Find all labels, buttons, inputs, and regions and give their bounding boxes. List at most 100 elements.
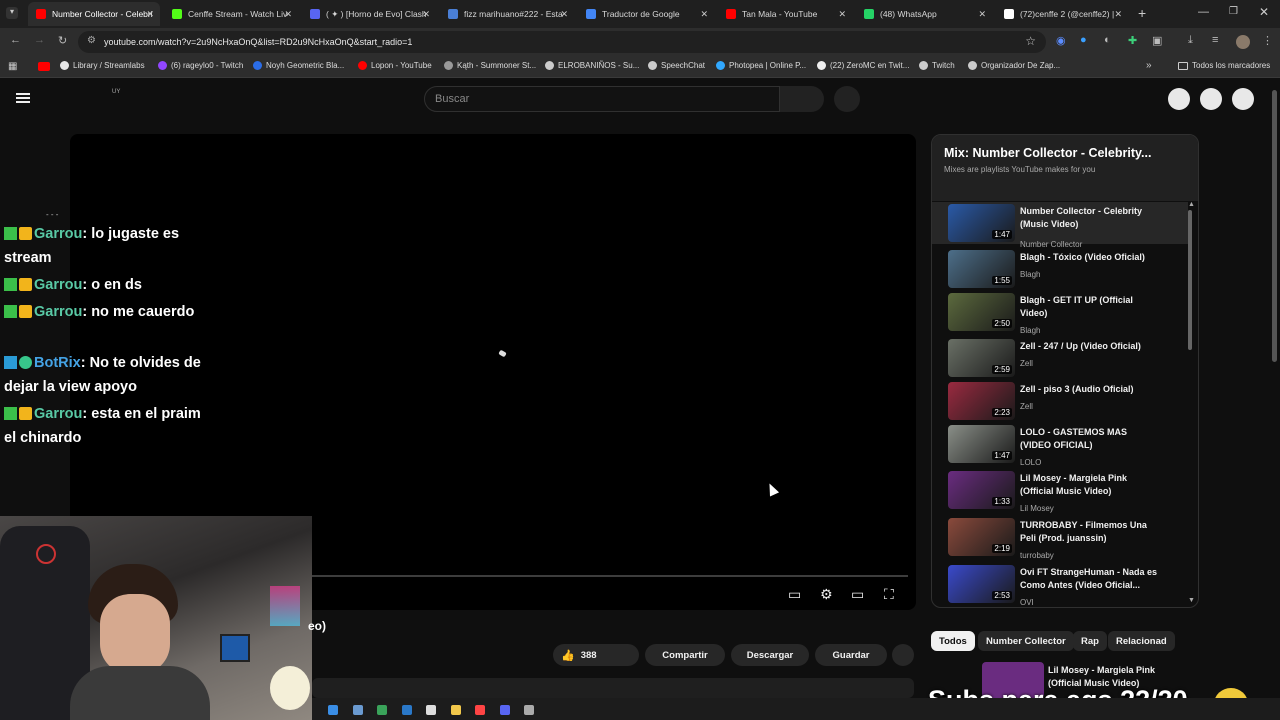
tab-close-icon[interactable]: ✕: [146, 9, 154, 20]
video-thumbnail[interactable]: 2:19: [948, 518, 1015, 556]
youtube-bookmark-icon[interactable]: [38, 62, 50, 71]
all-bookmarks-folder[interactable]: Todos los marcadores: [1178, 61, 1270, 70]
bookmark-item[interactable]: Organizador De Zap...: [968, 61, 1060, 70]
maximize-button[interactable]: ❐: [1229, 6, 1238, 17]
browser-tab[interactable]: Traductor de Google ✕: [578, 2, 714, 26]
playlist-item[interactable]: 2:59 Zell - 247 / Up (Video Oficial) Zell: [932, 337, 1188, 379]
scroll-down-arrow-icon[interactable]: ▼: [1188, 597, 1195, 604]
tab-close-icon[interactable]: ✕: [1114, 9, 1122, 20]
download-icon[interactable]: ⤓: [1188, 34, 1193, 47]
tab-search-icon[interactable]: ▾: [6, 7, 18, 19]
video-thumbnail[interactable]: 1:47: [948, 425, 1015, 463]
video-thumbnail[interactable]: 2:59: [948, 339, 1015, 377]
video-title[interactable]: Blagh - Tóxico (Video Oficial): [1020, 251, 1160, 264]
tab-close-icon[interactable]: ✕: [560, 9, 568, 20]
reload-icon[interactable]: ↻: [58, 34, 67, 47]
page-scrollbar[interactable]: [1272, 90, 1277, 362]
theater-mode-icon[interactable]: ▭: [851, 586, 864, 603]
steam-icon[interactable]: [401, 705, 412, 715]
filter-chip[interactable]: Todos: [931, 631, 975, 651]
bookmark-item[interactable]: Lopon - YouTube: [358, 61, 432, 70]
tab-close-icon[interactable]: ✕: [700, 9, 708, 20]
playlist-item[interactable]: 2:50 Blagh - GET IT UP (Official Video) Bl…: [932, 291, 1188, 335]
extension-icon-1[interactable]: ◉: [1056, 34, 1066, 47]
new-tab-button[interactable]: +: [1138, 5, 1146, 21]
video-title[interactable]: Blagh - GET IT UP (Official Video): [1020, 294, 1160, 320]
video-title[interactable]: Zell - piso 3 (Audio Oficial): [1020, 383, 1160, 396]
clock-icon[interactable]: [524, 705, 534, 715]
mail-icon[interactable]: [328, 705, 338, 715]
bookmark-item[interactable]: (22) ZeroMC en Twit...: [817, 61, 909, 70]
playlist-scrollbar[interactable]: [1188, 210, 1192, 350]
scroll-up-arrow-icon[interactable]: ▲: [1188, 201, 1195, 208]
browser-tab[interactable]: (72)cenffe 2 (@cenffe2) | ✕: [996, 2, 1128, 26]
video-thumbnail[interactable]: 2:23: [948, 382, 1015, 420]
video-title[interactable]: Number Collector - Celebrity (Music Vide…: [1020, 205, 1160, 231]
share-button[interactable]: Compartir: [645, 644, 725, 666]
playlist-item[interactable]: 2:53 Ovi FT StrangeHuman - Nada es Como A…: [932, 563, 1188, 607]
filter-chip[interactable]: Relacionad: [1108, 631, 1175, 651]
browser-tab[interactable]: ( ✦ ) [Horno de Evo] Clash ✕: [302, 2, 436, 26]
playlist-item[interactable]: 1:47 LOLO - GASTEMOS MAS (VIDEO OFICIAL) L…: [932, 423, 1188, 467]
guide-menu-icon[interactable]: [16, 93, 30, 103]
playlist-title[interactable]: Mix: Number Collector - Celebrity...: [944, 146, 1151, 160]
browser-tab[interactable]: Number Collector - Celebrity ✕: [28, 2, 160, 26]
playlist-item[interactable]: 1:33 Lil Mosey - Margiela Pink (Official …: [932, 469, 1188, 513]
bookmark-item[interactable]: Kąth - Summoner St...: [444, 61, 536, 70]
bookmark-item[interactable]: ELROBANIÑOS - Su...: [545, 61, 639, 70]
browser-tab[interactable]: Tan Mala - YouTube ✕: [718, 2, 852, 26]
playlist-item[interactable]: 1:47 Number Collector - Celebrity (Music …: [932, 202, 1188, 249]
close-window-button[interactable]: ✕: [1259, 5, 1269, 19]
like-button[interactable]: 👍 388: [553, 644, 639, 666]
video-title[interactable]: LOLO - GASTEMOS MAS (VIDEO OFICIAL): [1020, 426, 1160, 452]
voice-search-button[interactable]: [834, 86, 860, 112]
back-icon[interactable]: ←: [10, 34, 21, 46]
store-icon[interactable]: [426, 705, 436, 715]
bookmark-item[interactable]: Photopea | Online P...: [716, 61, 806, 70]
browser-menu-icon[interactable]: ⋮: [1262, 34, 1273, 47]
playlist-item[interactable]: 2:23 Zell - piso 3 (Audio Oficial) Zell: [932, 380, 1188, 422]
description-box[interactable]: [312, 678, 914, 698]
tab-close-icon[interactable]: ✕: [422, 9, 430, 20]
tab-close-icon[interactable]: ✕: [838, 9, 846, 20]
settings-gear-icon[interactable]: ⚙: [820, 586, 833, 603]
notes-icon[interactable]: [450, 705, 461, 715]
forward-icon[interactable]: →: [34, 34, 45, 46]
extension-icon-4[interactable]: ✚: [1128, 34, 1137, 47]
video-title[interactable]: Lil Mosey - Margiela Pink (Official Musi…: [1020, 472, 1160, 498]
more-actions-button[interactable]: [892, 644, 914, 666]
tab-close-icon[interactable]: ✕: [978, 9, 986, 20]
discord-icon[interactable]: [499, 705, 510, 715]
tab-close-icon[interactable]: ✕: [284, 9, 292, 20]
fullscreen-icon[interactable]: ⛶: [884, 586, 894, 603]
browser-tab[interactable]: fizz marihuano#222 - Esta ✕: [440, 2, 574, 26]
browser-tab[interactable]: (48) WhatsApp ✕: [856, 2, 992, 26]
playlist-item[interactable]: 2:19 TURROBABY - Filmemos Una Peli (Prod.…: [932, 516, 1188, 560]
bookmark-item[interactable]: Twitch: [919, 61, 955, 70]
account-avatar[interactable]: [1232, 88, 1254, 110]
bookmark-item[interactable]: Library / Streamlabs: [60, 61, 145, 70]
explorer-icon[interactable]: [352, 705, 363, 715]
extension-icon-2[interactable]: ●: [1080, 34, 1087, 46]
download-button[interactable]: Descargar: [731, 644, 809, 666]
excel-icon[interactable]: [377, 705, 387, 715]
search-button[interactable]: [780, 86, 824, 112]
video-title[interactable]: Ovi FT StrangeHuman - Nada es Como Antes…: [1020, 566, 1160, 592]
bookmark-star-icon[interactable]: ☆: [1025, 34, 1036, 48]
save-button[interactable]: Guardar: [815, 644, 887, 666]
chrome-icon[interactable]: [475, 705, 485, 715]
browser-tab[interactable]: Cenffe Stream - Watch Live ✕: [164, 2, 298, 26]
search-input[interactable]: Buscar: [424, 86, 780, 112]
apps-grid-icon[interactable]: ▦: [8, 61, 17, 72]
profile-avatar[interactable]: [1236, 35, 1250, 49]
reading-list-icon[interactable]: ≡: [1212, 34, 1218, 46]
video-thumbnail[interactable]: 1:33: [948, 471, 1015, 509]
filter-chip[interactable]: Number Collector: [978, 631, 1074, 651]
bookmark-item[interactable]: Noyh Geometric Bla...: [253, 61, 344, 70]
bookmark-item[interactable]: (6) rageylo0 - Twitch: [158, 61, 243, 70]
subtitles-icon[interactable]: ▭: [788, 586, 801, 603]
bookmark-item[interactable]: SpeechChat: [648, 61, 705, 70]
extensions-puzzle-icon[interactable]: ▣: [1152, 34, 1162, 47]
video-thumbnail[interactable]: 2:53: [948, 565, 1015, 603]
playlist-item[interactable]: 1:55 Blagh - Tóxico (Video Oficial) Blagh: [932, 248, 1188, 290]
